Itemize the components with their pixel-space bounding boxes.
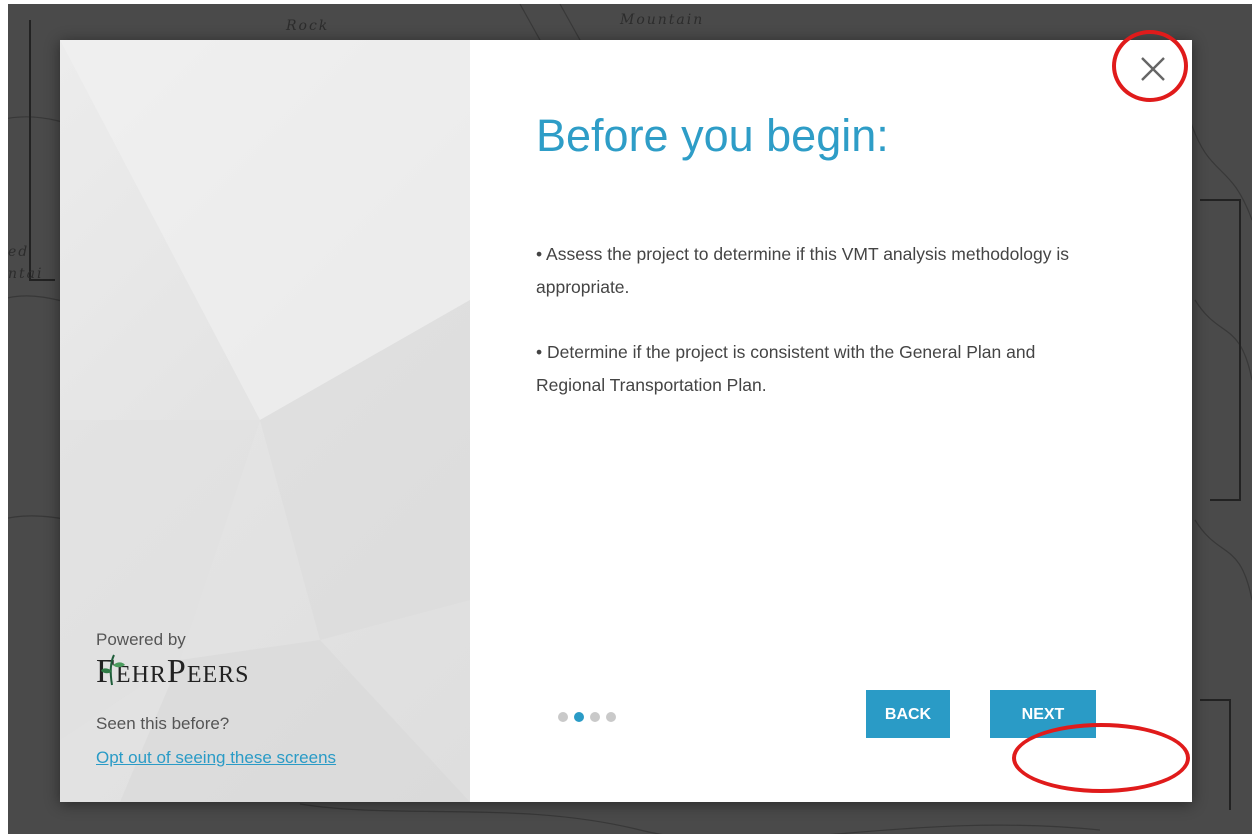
logo-word-right: Peers <box>166 653 250 690</box>
back-button[interactable]: BACK <box>866 690 950 738</box>
close-highlight-circle <box>1112 30 1188 102</box>
powered-by-text: Powered by <box>96 630 186 649</box>
pager-dot-current[interactable] <box>574 712 584 722</box>
opt-out-link[interactable]: Opt out of seeing these screens <box>96 748 336 768</box>
branding-panel: Powered by Fehr Peers Seen this before? … <box>60 40 470 802</box>
pager-dot[interactable] <box>590 712 600 722</box>
map-label: ed <box>8 244 30 260</box>
page-title: Before you begin: <box>536 110 889 161</box>
seen-before-text: Seen this before? <box>96 714 230 733</box>
page-edge <box>0 0 1252 4</box>
map-label: Rock <box>286 18 330 34</box>
map-label: Mountain <box>620 12 705 28</box>
page-edge <box>0 0 8 840</box>
page-edge <box>0 834 1252 840</box>
bullet-assess: • Assess the project to determine if thi… <box>536 244 1069 297</box>
pager-dots <box>558 712 616 722</box>
pager-dot[interactable] <box>606 712 616 722</box>
map-label: ntai <box>8 266 44 282</box>
next-highlight-circle <box>1012 723 1190 793</box>
leaf-icon <box>101 654 125 686</box>
bullet-consistency: • Determine if the project is consistent… <box>536 342 1036 395</box>
fehr-peers-logo: Fehr Peers <box>96 653 250 691</box>
pager-dot[interactable] <box>558 712 568 722</box>
